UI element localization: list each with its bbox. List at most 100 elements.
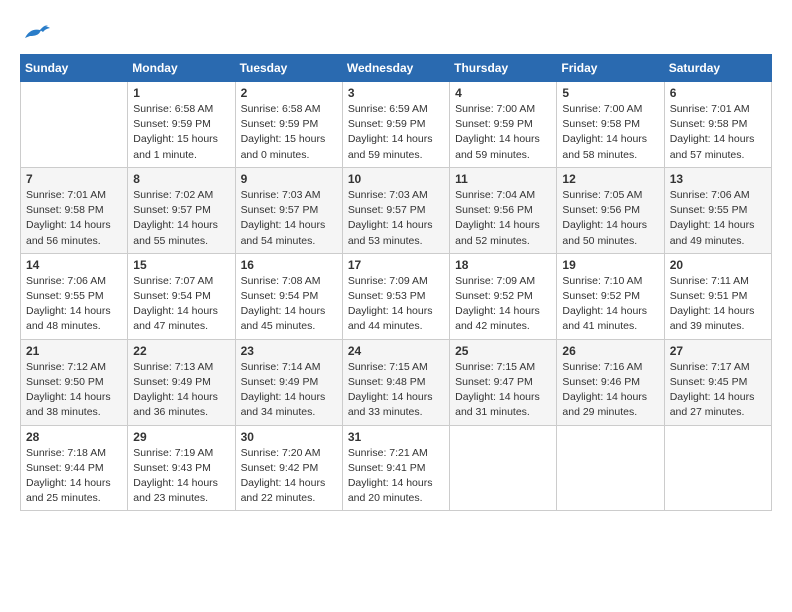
day-number: 12 xyxy=(562,172,658,186)
day-info: Sunrise: 7:18 AMSunset: 9:44 PMDaylight:… xyxy=(26,446,122,507)
calendar-week-row: 1 Sunrise: 6:58 AMSunset: 9:59 PMDaylight… xyxy=(21,82,772,168)
calendar-cell: 30Sunrise: 7:20 AMSunset: 9:42 PMDayligh… xyxy=(235,425,342,511)
calendar-cell: 31 Sunrise: 7:21 AMSunset: 9:41 PMDayligh… xyxy=(342,425,449,511)
calendar-cell: 5 Sunrise: 7:00 AMSunset: 9:58 PMDaylight… xyxy=(557,82,664,168)
calendar-cell: 7 Sunrise: 7:01 AMSunset: 9:58 PMDaylight… xyxy=(21,167,128,253)
day-info: Sunrise: 7:07 AMSunset: 9:54 PMDaylight:… xyxy=(133,274,229,335)
day-info: Sunrise: 7:02 AMSunset: 9:57 PMDaylight:… xyxy=(133,188,229,249)
day-info: Sunrise: 7:12 AMSunset: 9:50 PMDaylight:… xyxy=(26,360,122,421)
calendar-cell: 18 Sunrise: 7:09 AMSunset: 9:52 PMDayligh… xyxy=(450,253,557,339)
calendar-cell: 22 Sunrise: 7:13 AMSunset: 9:49 PMDayligh… xyxy=(128,339,235,425)
day-info: Sunrise: 7:04 AMSunset: 9:56 PMDaylight:… xyxy=(455,188,551,249)
calendar-cell: 21 Sunrise: 7:12 AMSunset: 9:50 PMDayligh… xyxy=(21,339,128,425)
day-number: 8 xyxy=(133,172,229,186)
calendar-cell: 9 Sunrise: 7:03 AMSunset: 9:57 PMDaylight… xyxy=(235,167,342,253)
logo xyxy=(20,20,54,44)
day-info: Sunrise: 7:15 AMSunset: 9:47 PMDaylight:… xyxy=(455,360,551,421)
day-info: Sunrise: 7:08 AMSunset: 9:54 PMDaylight:… xyxy=(241,274,337,335)
day-info: Sunrise: 7:20 AMSunset: 9:42 PMDaylight:… xyxy=(241,446,337,507)
calendar-cell xyxy=(664,425,771,511)
calendar-cell xyxy=(21,82,128,168)
calendar-cell: 6Sunrise: 7:01 AMSunset: 9:58 PMDaylight… xyxy=(664,82,771,168)
day-info: Sunrise: 7:21 AMSunset: 9:41 PMDaylight:… xyxy=(348,446,444,507)
calendar-cell xyxy=(557,425,664,511)
day-number: 25 xyxy=(455,344,551,358)
calendar-cell: 15 Sunrise: 7:07 AMSunset: 9:54 PMDayligh… xyxy=(128,253,235,339)
calendar-table: SundayMondayTuesdayWednesdayThursdayFrid… xyxy=(20,54,772,511)
calendar-header-row: SundayMondayTuesdayWednesdayThursdayFrid… xyxy=(21,55,772,82)
weekday-header: Tuesday xyxy=(235,55,342,82)
calendar-cell: 29 Sunrise: 7:19 AMSunset: 9:43 PMDayligh… xyxy=(128,425,235,511)
weekday-header: Friday xyxy=(557,55,664,82)
calendar-cell: 19 Sunrise: 7:10 AMSunset: 9:52 PMDayligh… xyxy=(557,253,664,339)
day-info: Sunrise: 7:00 AMSunset: 9:59 PMDaylight:… xyxy=(455,102,551,163)
day-info: Sunrise: 7:06 AMSunset: 9:55 PMDaylight:… xyxy=(26,274,122,335)
day-info: Sunrise: 7:19 AMSunset: 9:43 PMDaylight:… xyxy=(133,446,229,507)
weekday-header: Sunday xyxy=(21,55,128,82)
calendar-week-row: 7 Sunrise: 7:01 AMSunset: 9:58 PMDaylight… xyxy=(21,167,772,253)
calendar-cell: 1 Sunrise: 6:58 AMSunset: 9:59 PMDaylight… xyxy=(128,82,235,168)
calendar-week-row: 14Sunrise: 7:06 AMSunset: 9:55 PMDayligh… xyxy=(21,253,772,339)
day-number: 15 xyxy=(133,258,229,272)
day-number: 18 xyxy=(455,258,551,272)
day-number: 11 xyxy=(455,172,551,186)
weekday-header: Monday xyxy=(128,55,235,82)
calendar-cell: 17 Sunrise: 7:09 AMSunset: 9:53 PMDayligh… xyxy=(342,253,449,339)
calendar-cell: 8 Sunrise: 7:02 AMSunset: 9:57 PMDaylight… xyxy=(128,167,235,253)
day-info: Sunrise: 7:14 AMSunset: 9:49 PMDaylight:… xyxy=(241,360,337,421)
day-info: Sunrise: 7:06 AMSunset: 9:55 PMDaylight:… xyxy=(670,188,766,249)
day-info: Sunrise: 7:09 AMSunset: 9:53 PMDaylight:… xyxy=(348,274,444,335)
calendar-cell: 16Sunrise: 7:08 AMSunset: 9:54 PMDayligh… xyxy=(235,253,342,339)
day-info: Sunrise: 7:13 AMSunset: 9:49 PMDaylight:… xyxy=(133,360,229,421)
day-number: 10 xyxy=(348,172,444,186)
calendar-cell: 13 Sunrise: 7:06 AMSunset: 9:55 PMDayligh… xyxy=(664,167,771,253)
calendar-cell: 12 Sunrise: 7:05 AMSunset: 9:56 PMDayligh… xyxy=(557,167,664,253)
calendar-cell: 4 Sunrise: 7:00 AMSunset: 9:59 PMDaylight… xyxy=(450,82,557,168)
calendar-cell: 20Sunrise: 7:11 AMSunset: 9:51 PMDayligh… xyxy=(664,253,771,339)
day-info: Sunrise: 6:58 AMSunset: 9:59 PMDaylight:… xyxy=(133,102,229,163)
day-number: 27 xyxy=(670,344,766,358)
day-number: 28 xyxy=(26,430,122,444)
day-number: 17 xyxy=(348,258,444,272)
calendar-cell: 28 Sunrise: 7:18 AMSunset: 9:44 PMDayligh… xyxy=(21,425,128,511)
weekday-header: Wednesday xyxy=(342,55,449,82)
day-number: 22 xyxy=(133,344,229,358)
day-number: 5 xyxy=(562,86,658,100)
calendar-cell: 25 Sunrise: 7:15 AMSunset: 9:47 PMDayligh… xyxy=(450,339,557,425)
day-info: Sunrise: 7:01 AMSunset: 9:58 PMDaylight:… xyxy=(26,188,122,249)
page-header xyxy=(20,20,772,44)
day-number: 21 xyxy=(26,344,122,358)
day-info: Sunrise: 7:09 AMSunset: 9:52 PMDaylight:… xyxy=(455,274,551,335)
day-number: 4 xyxy=(455,86,551,100)
logo-icon xyxy=(20,20,50,44)
day-number: 13 xyxy=(670,172,766,186)
day-info: Sunrise: 7:03 AMSunset: 9:57 PMDaylight:… xyxy=(348,188,444,249)
day-info: Sunrise: 7:15 AMSunset: 9:48 PMDaylight:… xyxy=(348,360,444,421)
calendar-week-row: 28 Sunrise: 7:18 AMSunset: 9:44 PMDayligh… xyxy=(21,425,772,511)
calendar-cell: 3 Sunrise: 6:59 AMSunset: 9:59 PMDaylight… xyxy=(342,82,449,168)
day-info: Sunrise: 7:17 AMSunset: 9:45 PMDaylight:… xyxy=(670,360,766,421)
day-info: Sunrise: 7:10 AMSunset: 9:52 PMDaylight:… xyxy=(562,274,658,335)
calendar-week-row: 21 Sunrise: 7:12 AMSunset: 9:50 PMDayligh… xyxy=(21,339,772,425)
calendar-cell: 2Sunrise: 6:58 AMSunset: 9:59 PMDaylight… xyxy=(235,82,342,168)
day-info: Sunrise: 7:16 AMSunset: 9:46 PMDaylight:… xyxy=(562,360,658,421)
day-number: 31 xyxy=(348,430,444,444)
calendar-cell: 27 Sunrise: 7:17 AMSunset: 9:45 PMDayligh… xyxy=(664,339,771,425)
day-number: 3 xyxy=(348,86,444,100)
day-number: 7 xyxy=(26,172,122,186)
calendar-cell: 26 Sunrise: 7:16 AMSunset: 9:46 PMDayligh… xyxy=(557,339,664,425)
day-info: Sunrise: 7:11 AMSunset: 9:51 PMDaylight:… xyxy=(670,274,766,335)
day-info: Sunrise: 7:00 AMSunset: 9:58 PMDaylight:… xyxy=(562,102,658,163)
calendar-cell: 24 Sunrise: 7:15 AMSunset: 9:48 PMDayligh… xyxy=(342,339,449,425)
day-info: Sunrise: 6:59 AMSunset: 9:59 PMDaylight:… xyxy=(348,102,444,163)
day-number: 19 xyxy=(562,258,658,272)
calendar-cell: 11 Sunrise: 7:04 AMSunset: 9:56 PMDayligh… xyxy=(450,167,557,253)
day-info: Sunrise: 7:03 AMSunset: 9:57 PMDaylight:… xyxy=(241,188,337,249)
day-number: 24 xyxy=(348,344,444,358)
day-number: 26 xyxy=(562,344,658,358)
day-number: 29 xyxy=(133,430,229,444)
day-number: 6 xyxy=(670,86,766,100)
day-info: Sunrise: 7:05 AMSunset: 9:56 PMDaylight:… xyxy=(562,188,658,249)
day-number: 1 xyxy=(133,86,229,100)
day-number: 9 xyxy=(241,172,337,186)
